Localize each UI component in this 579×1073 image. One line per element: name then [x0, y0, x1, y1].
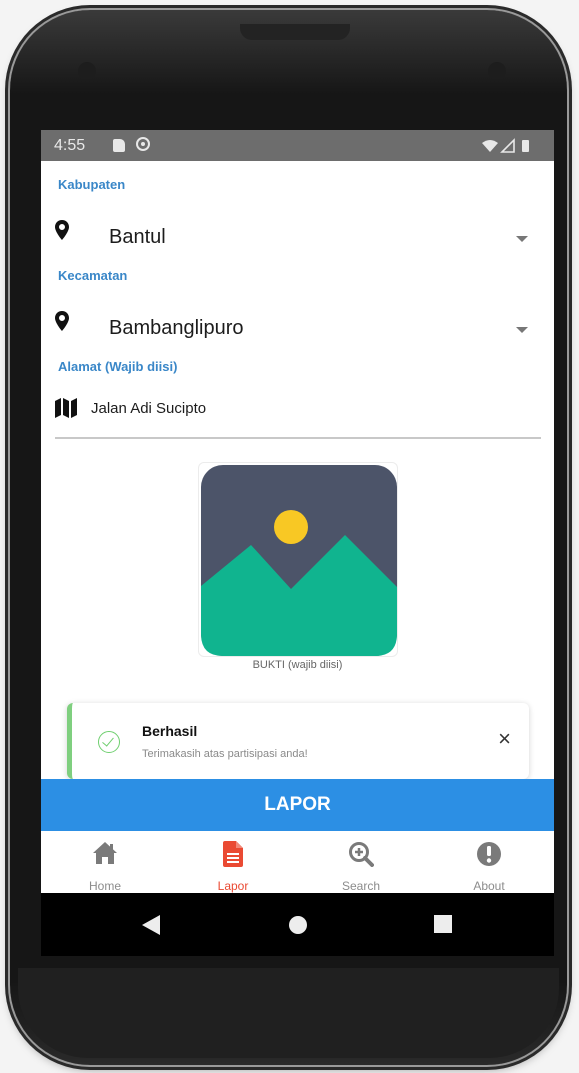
wifi-icon	[482, 140, 498, 152]
toast-title: Berhasil	[142, 723, 198, 739]
map-pin-icon	[55, 311, 69, 331]
nav-label-home: Home	[88, 879, 121, 893]
close-icon[interactable]: ×	[498, 728, 511, 750]
alamat-label: Alamat (Wajib diisi)	[58, 359, 178, 374]
toast-message: Terimakasih atas partisipasi anda!	[142, 748, 308, 760]
alamat-input[interactable]: Jalan Adi Sucipto	[41, 392, 554, 432]
nav-item-lapor[interactable]: Lapor	[169, 831, 297, 893]
bottom-nav: Home Lapor Search About	[41, 831, 554, 893]
phone-camera	[488, 62, 506, 80]
image-placeholder-icon	[201, 465, 397, 656]
nav-item-home[interactable]: Home	[41, 831, 169, 893]
alert-circle-icon	[477, 842, 501, 866]
evidence-image-picker[interactable]	[198, 462, 398, 657]
kecamatan-label: Kecamatan	[58, 268, 128, 283]
status-time: 4:55	[54, 137, 86, 154]
status-icons	[482, 138, 529, 153]
phone-sensor-left	[78, 62, 96, 80]
nav-label-search: Search	[341, 879, 381, 893]
back-icon[interactable]	[142, 915, 160, 935]
map-pin-icon	[55, 220, 69, 240]
kecamatan-select[interactable]: Bambanglipuro	[41, 307, 554, 351]
home-circle-icon[interactable]	[288, 915, 308, 935]
alamat-underline	[55, 437, 541, 439]
status-bar: 4:55	[41, 130, 554, 161]
document-icon	[223, 841, 243, 867]
lapor-button[interactable]: LAPOR	[41, 779, 554, 831]
phone-chin	[18, 968, 559, 1058]
sync-icon	[136, 137, 150, 151]
chevron-down-icon	[516, 327, 528, 333]
chevron-down-icon	[516, 236, 528, 242]
map-icon	[55, 398, 77, 418]
sd-card-icon	[113, 139, 125, 152]
recents-icon[interactable]	[434, 915, 452, 933]
image-caption: BUKTI (wajib diisi)	[252, 659, 343, 671]
kabupaten-label: Kabupaten	[58, 177, 126, 192]
alamat-value: Jalan Adi Sucipto	[91, 400, 207, 417]
kabupaten-select[interactable]: Bantul	[41, 216, 554, 260]
zoom-in-icon	[349, 842, 374, 867]
nav-label-about: About	[473, 879, 505, 893]
nav-label-lapor: Lapor	[217, 879, 249, 893]
check-circle-icon	[98, 731, 120, 753]
android-nav-bar	[41, 893, 554, 956]
phone-earpiece	[240, 24, 350, 40]
battery-icon	[522, 140, 529, 152]
signal-icon	[500, 138, 515, 153]
nav-item-about[interactable]: About	[425, 831, 553, 893]
success-toast: Berhasil Terimakasih atas partisipasi an…	[67, 703, 529, 779]
kecamatan-value: Bambanglipuro	[109, 317, 244, 339]
app-screen: 4:55 Kabupaten Bantul Kecamatan Bambangl…	[41, 130, 554, 956]
kabupaten-value: Bantul	[109, 226, 166, 248]
home-icon	[93, 842, 117, 864]
nav-item-search[interactable]: Search	[297, 831, 425, 893]
